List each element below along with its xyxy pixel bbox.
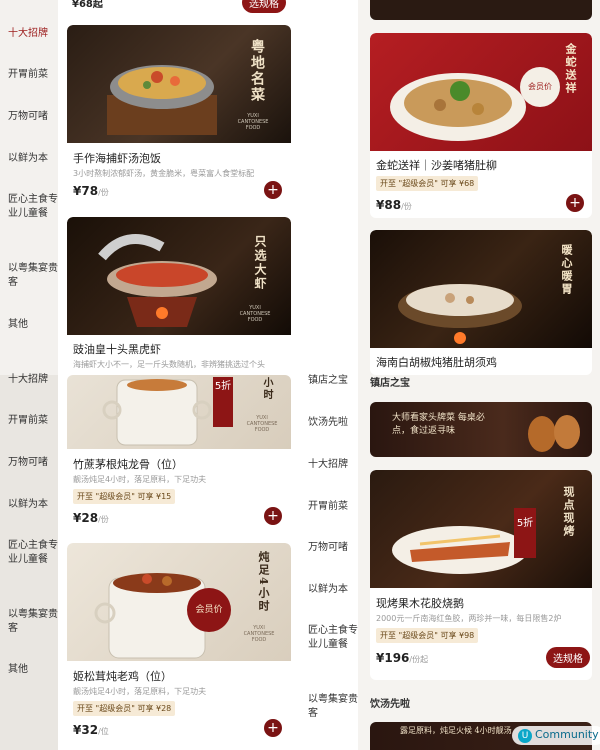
banner-text: 大师看家头牌菜 每桌必点，食过返寻味 [392, 413, 485, 436]
item-name: 金蛇送祥｜沙姜啫猪肚柳 [376, 159, 497, 172]
item-name: 手作海捕虾汤泡饭 [73, 152, 161, 165]
dish-slogan: 炖足4小时 [257, 551, 270, 613]
menu-item-card[interactable]: 暖心暖胃 海南白胡椒炖猪肚胡须鸡 [370, 230, 592, 375]
sidebar-item-other[interactable]: 其他 [0, 663, 58, 677]
dish-image: 暖心暖胃 [370, 230, 592, 348]
sidebar-item-signature[interactable]: 十大招牌 [300, 458, 358, 472]
sidebar-item-seafood[interactable]: 以鲜为本 [0, 498, 58, 512]
menu-item-card[interactable]: 5折 小时 YUXI CANTONESE FOOD 竹蔗茅根炖龙骨（位） 靓汤炖… [67, 375, 291, 532]
item-price: ¥88/份 [376, 198, 412, 212]
member-price-stamp: 会员价 [187, 588, 231, 632]
sidebar-item-other[interactable]: 其他 [0, 318, 58, 332]
section-title-soup: 饮汤先啦 [370, 699, 410, 710]
dish-slogan: 只选大虾 [253, 235, 267, 291]
sidebar-item-staple[interactable]: 匠心主食专业儿童餐 [0, 193, 58, 221]
dish-slogan: 小时 [261, 377, 272, 401]
promo-banner: 大师看家头牌菜 每桌必点，食过返寻味 [370, 402, 592, 457]
menu-item-card[interactable]: 会员价 炖足4小时 YUXI CANTONESE FOOD 姬松茸炖老鸡（位） … [67, 543, 291, 750]
item-name: 姬松茸炖老鸡（位） [73, 670, 172, 683]
banner-text: 露足原料，炖足火候 4小时靓汤 [400, 726, 512, 735]
dish-image: 5折 小时 YUXI CANTONESE FOOD [67, 375, 291, 449]
member-price-stamp: 会员价 [520, 67, 560, 107]
sidebar-item-claypot[interactable]: 万物可啫 [0, 456, 58, 470]
sidebar-item-staple[interactable]: 匠心主食专业儿童餐 [300, 624, 358, 652]
dish-image: 会员价 金蛇送祥 [370, 33, 592, 151]
section-title-treasure: 镇店之宝 [370, 378, 410, 389]
sidebar-item-banquet[interactable]: 以粤集宴贵客 [300, 693, 358, 721]
dish-image: 粤地名菜 YUXI CANTONESE FOOD [67, 25, 291, 143]
add-to-cart-button[interactable]: + [264, 719, 282, 737]
sidebar-item-seafood[interactable]: 以鲜为本 [0, 152, 58, 166]
right-menu-panel: 镇店之宝 饮汤先啦 十大招牌 开胃前菜 万物可啫 以鲜为本 匠心主食专业儿童餐 … [300, 0, 600, 750]
item-name: 豉油皇十头黑虎虾 [73, 343, 161, 356]
community-watermark: U Community [512, 726, 600, 745]
sidebar-item-appetizer[interactable]: 开胃前菜 [0, 414, 58, 428]
sidebar-item-soup[interactable]: 饮汤先啦 [300, 416, 358, 430]
dish-slogan: 金蛇送祥 [564, 43, 577, 95]
brand-logo: YUXI CANTONESE FOOD [237, 113, 269, 131]
sidebar-item-signature[interactable]: 十大招牌 [0, 373, 58, 387]
brand-logo: YUXI CANTONESE FOOD [239, 305, 271, 323]
brand-logo: YUXI CANTONESE FOOD [243, 625, 275, 643]
choose-spec-button[interactable]: 选规格 [242, 0, 286, 13]
item-desc: 海捕虾大小不一，足一斤头数随机，非辨猪挑选过个头 [73, 360, 265, 369]
add-to-cart-button[interactable]: + [566, 194, 584, 212]
soup-tureen-illustration [102, 377, 233, 446]
dish-slogan: 现点现烤 [562, 486, 575, 538]
dish-slogan: 粤地名菜 [249, 39, 265, 103]
left-menu-panel: 十大招牌 开胃前菜 万物可啫 以鲜为本 匠心主食专业儿童餐 以粤集宴贵客 其他 … [0, 0, 300, 750]
member-price-badge: 开至 "超级会员" 可享 ¥68 [376, 176, 479, 191]
dish-slogan: 暖心暖胃 [560, 244, 573, 296]
item-price: ¥28/份 [73, 511, 109, 525]
item-desc: 3小时熬制浓郁虾汤，黄金脆米，粤菜富人食堂标配 [73, 169, 255, 178]
sidebar-item-seafood[interactable]: 以鲜为本 [300, 583, 358, 597]
member-price-badge: 开至 "超级会员" 可享 ¥28 [73, 701, 176, 716]
roast-goose-illustration [528, 415, 580, 452]
item-price: ¥78/份 [73, 184, 109, 198]
dish-image: 只选大虾 YUXI CANTONESE FOOD [67, 217, 291, 335]
sidebar-item-claypot[interactable]: 万物可啫 [300, 541, 358, 555]
item-desc: 靓汤炖足4小时，落足原料，下足功夫 [73, 687, 207, 696]
sidebar-item-signature[interactable]: 十大招牌 [0, 27, 58, 41]
item-price: ¥68起 [72, 0, 103, 10]
item-desc: 2000元一斤南海红鱼胶，两珍并一味，每日限售2炉 [376, 614, 562, 623]
community-logo-icon: U [518, 729, 532, 743]
menu-item-card[interactable]: 5折 现点现烤 现烤果木花胶烧鹅 2000元一斤南海红鱼胶，两珍并一味，每日限售… [370, 470, 592, 680]
sidebar-item-treasure[interactable]: 镇店之宝 [300, 374, 358, 388]
add-to-cart-button[interactable]: + [264, 507, 282, 525]
sidebar-item-appetizer[interactable]: 开胃前菜 [300, 500, 358, 514]
category-sidebar-bottom: 十大招牌 开胃前菜 万物可啫 以鲜为本 匠心主食专业儿童餐 以粤集宴贵客 其他 [0, 373, 58, 750]
item-desc: 靓汤炖足4小时，落足原料，下足功夫 [73, 475, 207, 484]
sidebar-item-appetizer[interactable]: 开胃前菜 [0, 68, 58, 82]
menu-item-card[interactable]: 会员价 金蛇送祥 金蛇送祥｜沙姜啫猪肚柳 开至 "超级会员" 可享 ¥68 ¥8… [370, 33, 592, 218]
menu-item-card[interactable] [370, 0, 592, 20]
sidebar-item-staple[interactable]: 匠心主食专业儿童餐 [0, 539, 58, 567]
dish-image: 5折 现点现烤 [370, 470, 592, 588]
member-price-badge: 开至 "超级会员" 可享 ¥15 [73, 489, 176, 504]
sidebar-item-claypot[interactable]: 万物可啫 [0, 110, 58, 124]
item-name: 现烤果木花胶烧鹅 [376, 597, 464, 610]
choose-spec-button[interactable]: 选规格 [546, 647, 590, 668]
menu-item-card[interactable]: 只选大虾 YUXI CANTONESE FOOD 豉油皇十头黑虎虾 海捕虾大小不… [67, 217, 291, 375]
category-sidebar: 镇店之宝 饮汤先啦 十大招牌 开胃前菜 万物可啫 以鲜为本 匠心主食专业儿童餐 … [300, 0, 358, 750]
brand-logo: YUXI CANTONESE FOOD [246, 415, 278, 433]
item-price: ¥32/位 [73, 723, 109, 737]
sidebar-item-banquet[interactable]: 以粤集宴贵客 [0, 262, 58, 290]
screenshot-collage: 十大招牌 开胃前菜 万物可啫 以鲜为本 匠心主食专业儿童餐 以粤集宴贵客 其他 … [0, 0, 600, 750]
dish-image: 会员价 炖足4小时 YUXI CANTONESE FOOD [67, 543, 291, 661]
item-price: ¥196/份起 [376, 651, 429, 665]
category-sidebar-top: 十大招牌 开胃前菜 万物可啫 以鲜为本 匠心主食专业儿童餐 以粤集宴贵客 其他 [0, 0, 58, 375]
menu-item-card[interactable]: 粤地名菜 YUXI CANTONESE FOOD 手作海捕虾汤泡饭 3小时熬制浓… [67, 25, 291, 205]
item-name: 竹蔗茅根炖龙骨（位） [73, 458, 183, 471]
discount-tag: 5折 [514, 508, 536, 558]
add-to-cart-button[interactable]: + [264, 181, 282, 199]
member-price-badge: 开至 "超级会员" 可享 ¥98 [376, 628, 479, 643]
roast-goose-plate-illustration [392, 526, 528, 574]
discount-tag: 5折 [214, 381, 232, 392]
sidebar-item-banquet[interactable]: 以粤集宴贵客 [0, 608, 58, 636]
item-name: 海南白胡椒炖猪肚胡须鸡 [376, 356, 497, 369]
